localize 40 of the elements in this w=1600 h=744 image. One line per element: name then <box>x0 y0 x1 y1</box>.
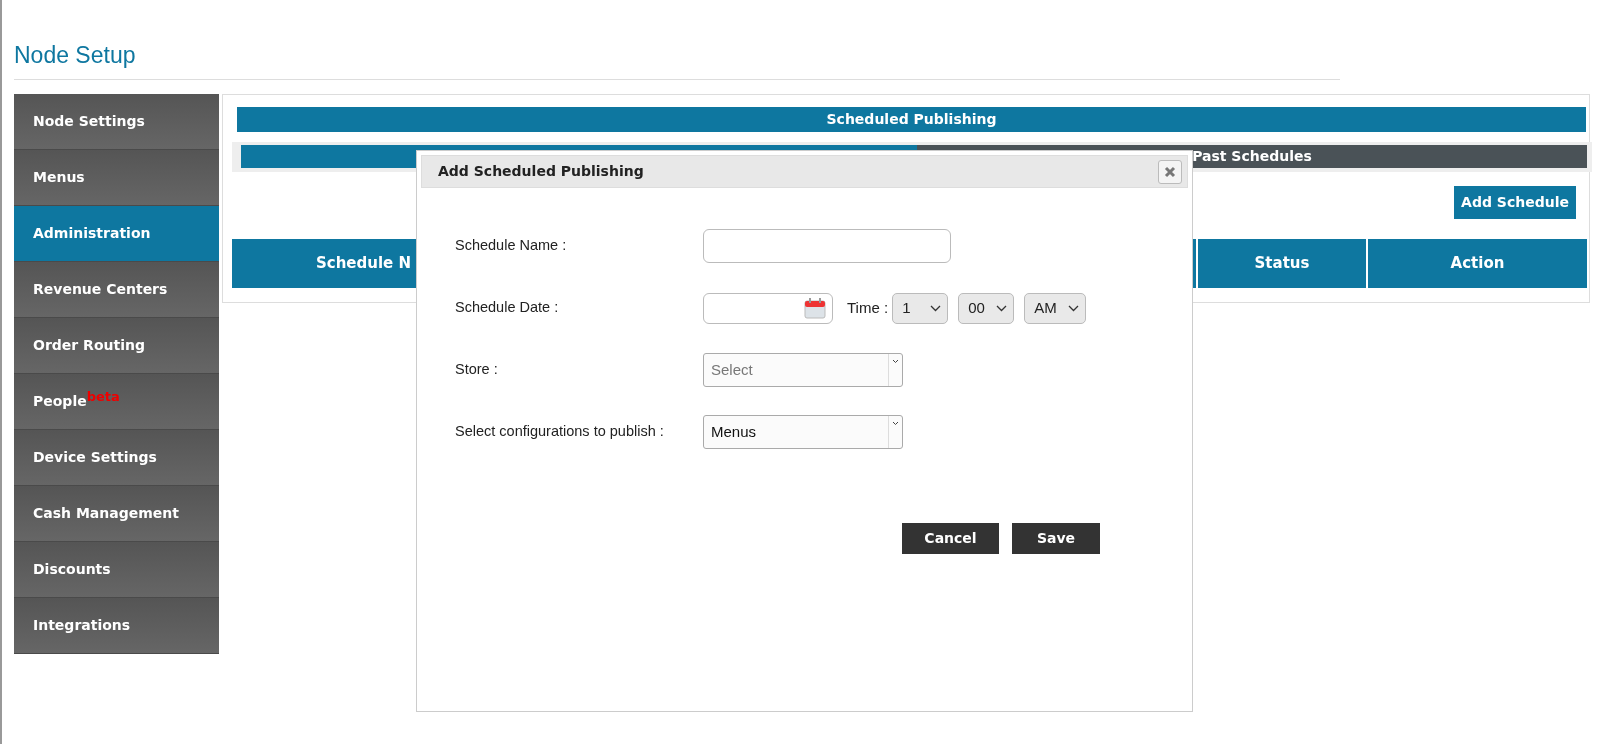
beta-label: beta <box>86 387 120 404</box>
dialog-title: Add Scheduled Publishing <box>438 162 644 181</box>
sidebar-item-label: People <box>33 392 87 411</box>
field-label: Select configurations to publish : <box>454 422 665 442</box>
sidebar-item[interactable]: Node Settings <box>14 93 219 150</box>
page-title: Node Setup <box>14 38 1340 80</box>
sidebar-item[interactable]: Revenue Centers <box>14 261 219 318</box>
column-header: Status <box>1198 238 1366 288</box>
sidebar-item[interactable]: Integrations <box>14 597 219 654</box>
close-button[interactable] <box>1158 159 1182 184</box>
sidebar-item[interactable]: Peoplebeta <box>14 373 219 430</box>
chevron-icon <box>892 359 899 364</box>
dropdown[interactable]: Select <box>703 353 903 387</box>
close-icon <box>1164 165 1176 178</box>
sidebar-item[interactable]: Order Routing <box>14 317 219 374</box>
text-input[interactable] <box>703 229 951 263</box>
sidebar-item[interactable]: Administration <box>14 205 219 262</box>
sidebar-item[interactable]: Menus <box>14 149 219 206</box>
date-input[interactable] <box>703 292 833 324</box>
time-label: Time : <box>847 297 889 318</box>
time-select[interactable]: 00 <box>958 292 1015 324</box>
dropdown[interactable]: Menus <box>703 415 903 449</box>
time-select[interactable]: AM <box>1024 292 1087 324</box>
field-label: Schedule Name : <box>454 236 568 256</box>
sidebar-item[interactable]: Discounts <box>14 541 219 598</box>
chevron-icon <box>1068 304 1080 312</box>
sidebar-item[interactable]: Cash Management <box>14 485 219 542</box>
add-schedule-button[interactable]: Add Schedule <box>1454 185 1576 219</box>
cancel-button[interactable]: Cancel <box>902 523 999 554</box>
sidebar-item[interactable]: Device Settings <box>14 429 219 486</box>
column-header: Action <box>1368 238 1587 288</box>
chevron-icon <box>930 304 942 312</box>
field-label: Schedule Date : <box>454 298 560 318</box>
chevron-icon <box>996 304 1008 312</box>
chevron-icon <box>892 421 899 426</box>
field-label: Store : <box>454 360 499 380</box>
section-header: Scheduled Publishing <box>237 106 1586 132</box>
save-button[interactable]: Save <box>1012 523 1100 554</box>
time-select[interactable]: 1 <box>892 292 949 324</box>
calendar-icon <box>804 297 826 319</box>
